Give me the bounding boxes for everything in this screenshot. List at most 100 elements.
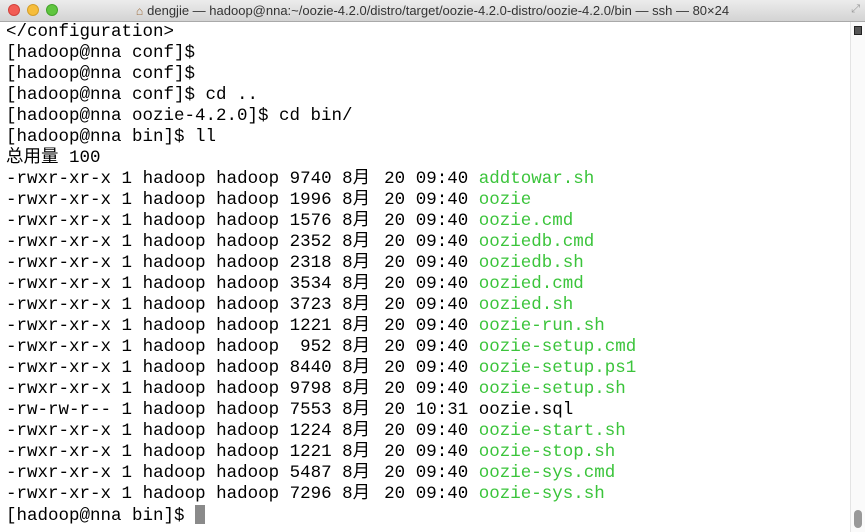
- file-row: -rwxr-xr-x 1 hadoop hadoop 1221 8月 20 09…: [6, 316, 841, 337]
- file-time: 09:40: [415, 421, 469, 441]
- file-permissions: -rwxr-xr-x: [6, 316, 112, 336]
- prompt-line[interactable]: [hadoop@nna bin]$: [6, 505, 841, 526]
- file-time: 09:40: [415, 232, 469, 252]
- file-name: oozie.cmd: [478, 211, 574, 231]
- file-group: hadoop: [216, 379, 280, 399]
- file-name: oozied.cmd: [478, 274, 584, 294]
- title-bar: ⌂ dengjie — hadoop@nna:~/oozie-4.2.0/dist…: [0, 0, 865, 22]
- file-month: 8月: [342, 421, 371, 441]
- file-links: 1: [121, 211, 133, 231]
- file-name: oozie-stop.sh: [478, 442, 616, 462]
- file-owner: hadoop: [142, 169, 206, 189]
- file-group: hadoop: [216, 295, 280, 315]
- file-owner: hadoop: [142, 463, 206, 483]
- fullscreen-icon[interactable]: ⤢: [851, 3, 860, 16]
- file-name: oozie-start.sh: [478, 421, 626, 441]
- file-name: oozie-setup.ps1: [478, 358, 637, 378]
- file-row: -rwxr-xr-x 1 hadoop hadoop 7296 8月 20 09…: [6, 484, 841, 505]
- file-row: -rwxr-xr-x 1 hadoop hadoop 1576 8月 20 09…: [6, 211, 841, 232]
- file-size: 8440: [289, 358, 332, 378]
- line-text: [hadoop@nna conf]$: [6, 43, 196, 63]
- line-text: 总用量 100: [6, 148, 101, 168]
- file-permissions: -rwxr-xr-x: [6, 211, 112, 231]
- file-links: 1: [121, 169, 133, 189]
- file-month: 8月: [342, 463, 371, 483]
- file-row: -rwxr-xr-x 1 hadoop hadoop 3534 8月 20 09…: [6, 274, 841, 295]
- file-time: 09:40: [415, 295, 469, 315]
- file-permissions: -rwxr-xr-x: [6, 463, 112, 483]
- file-links: 1: [121, 463, 133, 483]
- file-row: -rwxr-xr-x 1 hadoop hadoop 2318 8月 20 09…: [6, 253, 841, 274]
- file-time: 09:40: [415, 274, 469, 294]
- file-links: 1: [121, 232, 133, 252]
- file-month: 8月: [342, 295, 371, 315]
- file-time: 09:40: [415, 190, 469, 210]
- file-links: 1: [121, 484, 133, 504]
- file-size: 2318: [289, 253, 332, 273]
- file-group: hadoop: [216, 169, 280, 189]
- file-row: -rw-rw-r-- 1 hadoop hadoop 7553 8月 20 10…: [6, 400, 841, 421]
- window-title: dengjie — hadoop@nna:~/oozie-4.2.0/distr…: [147, 3, 730, 18]
- file-name: oozie-run.sh: [478, 316, 605, 336]
- terminal-output[interactable]: </configuration> [hadoop@nna conf]$ [hadoo…: [6, 22, 841, 530]
- file-permissions: -rwxr-xr-x: [6, 337, 112, 357]
- file-day: 20: [384, 442, 406, 462]
- file-day: 20: [384, 421, 406, 441]
- terminal-line: </configuration>: [6, 22, 841, 43]
- file-owner: hadoop: [142, 442, 206, 462]
- file-day: 20: [384, 379, 406, 399]
- file-permissions: -rwxr-xr-x: [6, 253, 112, 273]
- file-size: 7296: [289, 484, 332, 504]
- file-owner: hadoop: [142, 421, 206, 441]
- file-size: 9740: [289, 169, 332, 189]
- file-owner: hadoop: [142, 484, 206, 504]
- file-links: 1: [121, 379, 133, 399]
- file-month: 8月: [342, 190, 371, 210]
- file-row: -rwxr-xr-x 1 hadoop hadoop 9740 8月 20 09…: [6, 169, 841, 190]
- file-name: oozie-sys.sh: [478, 484, 605, 504]
- file-size: 1221: [289, 316, 332, 336]
- line-text: [hadoop@nna oozie-4.2.0]$ cd bin/: [6, 106, 353, 126]
- file-permissions: -rwxr-xr-x: [6, 295, 112, 315]
- file-time: 09:40: [415, 316, 469, 336]
- file-time: 09:40: [415, 253, 469, 273]
- window-title-container: ⌂ dengjie — hadoop@nna:~/oozie-4.2.0/dist…: [0, 3, 865, 18]
- file-time: 09:40: [415, 484, 469, 504]
- file-permissions: -rwxr-xr-x: [6, 484, 112, 504]
- file-time: 09:40: [415, 463, 469, 483]
- prompt: [hadoop@nna bin]$: [6, 506, 185, 526]
- file-group: hadoop: [216, 400, 280, 420]
- file-owner: hadoop: [142, 379, 206, 399]
- file-links: 1: [121, 316, 133, 336]
- file-owner: hadoop: [142, 232, 206, 252]
- file-month: 8月: [342, 316, 371, 336]
- scrollbar-thumb[interactable]: [854, 510, 862, 528]
- file-month: 8月: [342, 274, 371, 294]
- file-day: 20: [384, 169, 406, 189]
- file-links: 1: [121, 253, 133, 273]
- file-month: 8月: [342, 211, 371, 231]
- file-row: -rwxr-xr-x 1 hadoop hadoop 1224 8月 20 09…: [6, 421, 841, 442]
- file-day: 20: [384, 232, 406, 252]
- file-size: 1996: [289, 190, 332, 210]
- terminal-line: [hadoop@nna conf]$: [6, 43, 841, 64]
- file-owner: hadoop: [142, 295, 206, 315]
- file-group: hadoop: [216, 337, 280, 357]
- file-group: hadoop: [216, 232, 280, 252]
- file-links: 1: [121, 358, 133, 378]
- file-month: 8月: [342, 484, 371, 504]
- split-pane-icon[interactable]: [854, 26, 862, 35]
- file-owner: hadoop: [142, 337, 206, 357]
- file-name: oozie: [478, 190, 532, 210]
- file-owner: hadoop: [142, 358, 206, 378]
- file-size: 3534: [289, 274, 332, 294]
- file-month: 8月: [342, 400, 371, 420]
- file-row: -rwxr-xr-x 1 hadoop hadoop 2352 8月 20 09…: [6, 232, 841, 253]
- scrollbar[interactable]: [850, 22, 865, 532]
- file-time: 09:40: [415, 211, 469, 231]
- file-size: 5487: [289, 463, 332, 483]
- file-month: 8月: [342, 379, 371, 399]
- file-size: 952: [300, 337, 332, 357]
- file-day: 20: [384, 253, 406, 273]
- line-text: [hadoop@nna conf]$: [6, 64, 196, 84]
